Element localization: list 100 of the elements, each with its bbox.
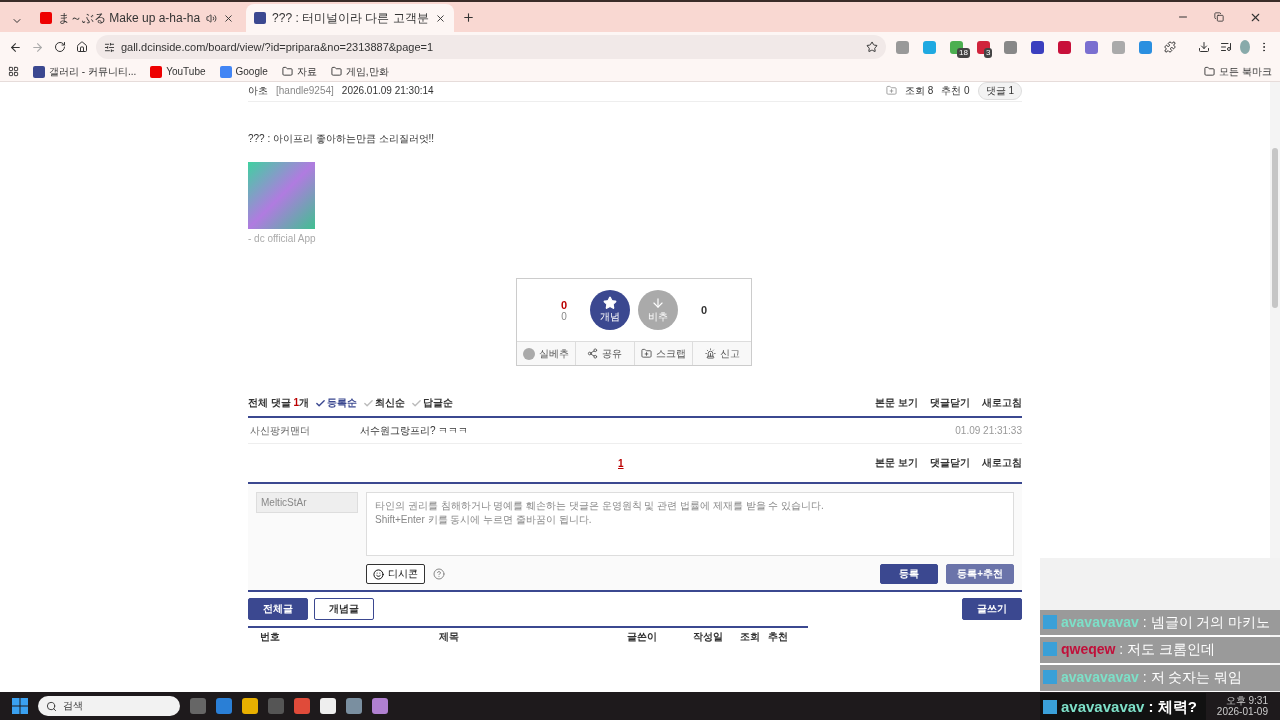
- comment-link[interactable]: 본문 보기: [875, 456, 918, 470]
- address-bar[interactable]: gall.dcinside.com/board/view/?id=pripara&no=2313887&page=1: [95, 35, 886, 59]
- chat-message: avavavavav : 체력?: [1040, 692, 1206, 720]
- comment-link[interactable]: 댓글닫기: [930, 456, 970, 470]
- vote-action-button[interactable]: 공유: [575, 342, 635, 365]
- site-icon: [254, 12, 267, 24]
- photo-placeholder: [248, 162, 315, 229]
- folder-plus-icon[interactable]: [885, 85, 897, 96]
- comment-author: 사신팡커맨더: [249, 423, 311, 438]
- folder-plus-icon: [640, 348, 652, 359]
- plus-icon: [462, 10, 476, 24]
- check-icon: [315, 397, 327, 409]
- fixed-vote-count: 0: [561, 310, 567, 322]
- restore-icon: [1214, 12, 1224, 22]
- bookmark-link[interactable]: 갤러리 - 커뮤니티...: [33, 64, 137, 79]
- bookmark-link[interactable]: 게임,만화: [330, 64, 389, 79]
- browser-tab[interactable]: ??? : 터미널이라 다른 고객분: [246, 4, 454, 32]
- search-icon: [46, 700, 57, 712]
- browser-tab[interactable]: ま～ぶる Make up a-ha-ha: [32, 4, 243, 32]
- page-link[interactable]: 1: [618, 457, 624, 469]
- share-icon: [587, 348, 599, 359]
- arrow-left-icon: [9, 40, 23, 54]
- site-icon: [40, 12, 52, 24]
- taskbar-app-icon[interactable]: [372, 698, 388, 714]
- comment-link[interactable]: 본문 보기: [875, 396, 918, 410]
- help-icon[interactable]: [433, 568, 445, 580]
- board-filter-button[interactable]: 개념글: [314, 598, 374, 620]
- siren-icon: [704, 348, 716, 359]
- dccon-button[interactable]: 디시콘: [366, 564, 425, 584]
- apps-icon[interactable]: [8, 66, 19, 77]
- column-header: 추천: [767, 630, 789, 644]
- extension-icon[interactable]: [1057, 40, 1071, 54]
- bookmark-link[interactable]: Google: [219, 65, 268, 78]
- tab-title: ??? : 터미널이라 다른 고객분: [272, 9, 429, 27]
- extension-icon[interactable]: [1084, 40, 1098, 54]
- bookmark-link[interactable]: 자료: [281, 64, 317, 79]
- sort-option[interactable]: 답글순: [411, 396, 454, 410]
- submit-button[interactable]: 등록: [880, 564, 939, 584]
- site-settings-icon[interactable]: [103, 41, 115, 53]
- taskbar-clock[interactable]: 오후 9:31 2026-01-09: [1216, 694, 1268, 718]
- bookmark-star-icon[interactable]: [865, 41, 878, 53]
- folder-icon: [281, 66, 293, 77]
- write-button[interactable]: 글쓰기: [962, 598, 1022, 620]
- close-icon[interactable]: [434, 12, 446, 24]
- vote-action-button[interactable]: 실베추: [517, 342, 576, 365]
- profile-avatar[interactable]: [1239, 40, 1251, 54]
- column-header: 작성일: [692, 630, 724, 644]
- signature-text: - dc official App: [248, 233, 317, 244]
- star-icon: [603, 296, 617, 310]
- url-text: gall.dcinside.com/board/view/?id=pripara&no=2313887&page=1: [120, 41, 435, 53]
- submit-recommend-button[interactable]: 등록+추천: [946, 564, 1014, 584]
- post-date: 2026.01.09 21:30:14: [341, 85, 434, 96]
- bookmark-link[interactable]: YouTube: [150, 65, 206, 78]
- comment-count-badge[interactable]: 댓글 1: [977, 82, 1022, 100]
- recommend-count: 추천 0: [941, 83, 970, 98]
- vote-action-button[interactable]: 스크랩: [634, 342, 694, 365]
- download-icon: [1197, 41, 1210, 53]
- comment-date: 01.09 21:31:33: [955, 425, 1022, 436]
- down-vote-count: 0: [700, 304, 708, 316]
- taskbar-app-icon[interactable]: [320, 698, 336, 714]
- all-bookmarks-link[interactable]: 모든 북마크: [1204, 64, 1272, 79]
- comment-link[interactable]: 댓글닫기: [930, 396, 970, 410]
- puzzle-icon: [1163, 41, 1176, 53]
- speaker-icon[interactable]: [206, 12, 218, 24]
- site-icon: [150, 65, 163, 78]
- site-icon: [33, 65, 45, 78]
- extension-icon[interactable]: [1030, 40, 1044, 54]
- board-filter-button[interactable]: 전체글: [248, 598, 308, 620]
- chat-message: avavavavav : 저 숫자는 뭐임: [1040, 665, 1280, 691]
- scrollbar-thumb[interactable]: [1272, 148, 1278, 308]
- sort-option[interactable]: 등록순: [315, 396, 358, 410]
- comment-link[interactable]: 새로고침: [982, 396, 1022, 410]
- taskbar-app-icon[interactable]: [242, 698, 258, 714]
- taskbar-app-icon[interactable]: [216, 698, 232, 714]
- folder-icon: [1204, 66, 1216, 77]
- column-header: 조회: [739, 630, 761, 644]
- arrow-right-icon: [31, 40, 45, 54]
- music-list-icon: [1219, 41, 1232, 53]
- comment-link[interactable]: 새로고침: [982, 456, 1022, 470]
- reload-icon: [53, 41, 66, 53]
- windows-logo-icon[interactable]: [12, 698, 28, 714]
- folder-icon: [330, 66, 342, 77]
- taskbar-app-icon[interactable]: [294, 698, 310, 714]
- author-handle: [handle9254]: [276, 85, 334, 96]
- extension-icon[interactable]: [976, 40, 990, 54]
- column-header: 제목: [438, 630, 460, 644]
- comment-total: 전체 댓글 1개: [248, 396, 310, 410]
- close-icon[interactable]: [223, 12, 235, 24]
- view-count: 조회 8: [904, 83, 934, 98]
- smile-icon: [373, 568, 384, 580]
- extension-badge: 18: [956, 47, 970, 58]
- taskbar-app-icon[interactable]: [346, 698, 362, 714]
- upvote-button[interactable]: 개념: [590, 290, 630, 330]
- vote-action-button[interactable]: 신고: [693, 342, 751, 365]
- extension-badge: 3: [983, 47, 993, 58]
- comment-input[interactable]: 타인의 권리를 침해하거나 명예를 훼손하는 댓글은 운영원칙 및 관련 법률에 제재를 받을 수 있습니다. Shift+Enter 키를 동시에 누르면 줄바꿈이 됩니다.: [366, 492, 1014, 556]
- column-header: 번호: [260, 630, 281, 644]
- tab-title: ま～ぶる Make up a-ha-ha: [58, 9, 201, 27]
- sort-option[interactable]: 최신순: [363, 396, 406, 410]
- taskbar-search-field[interactable]: 검색: [38, 696, 180, 716]
